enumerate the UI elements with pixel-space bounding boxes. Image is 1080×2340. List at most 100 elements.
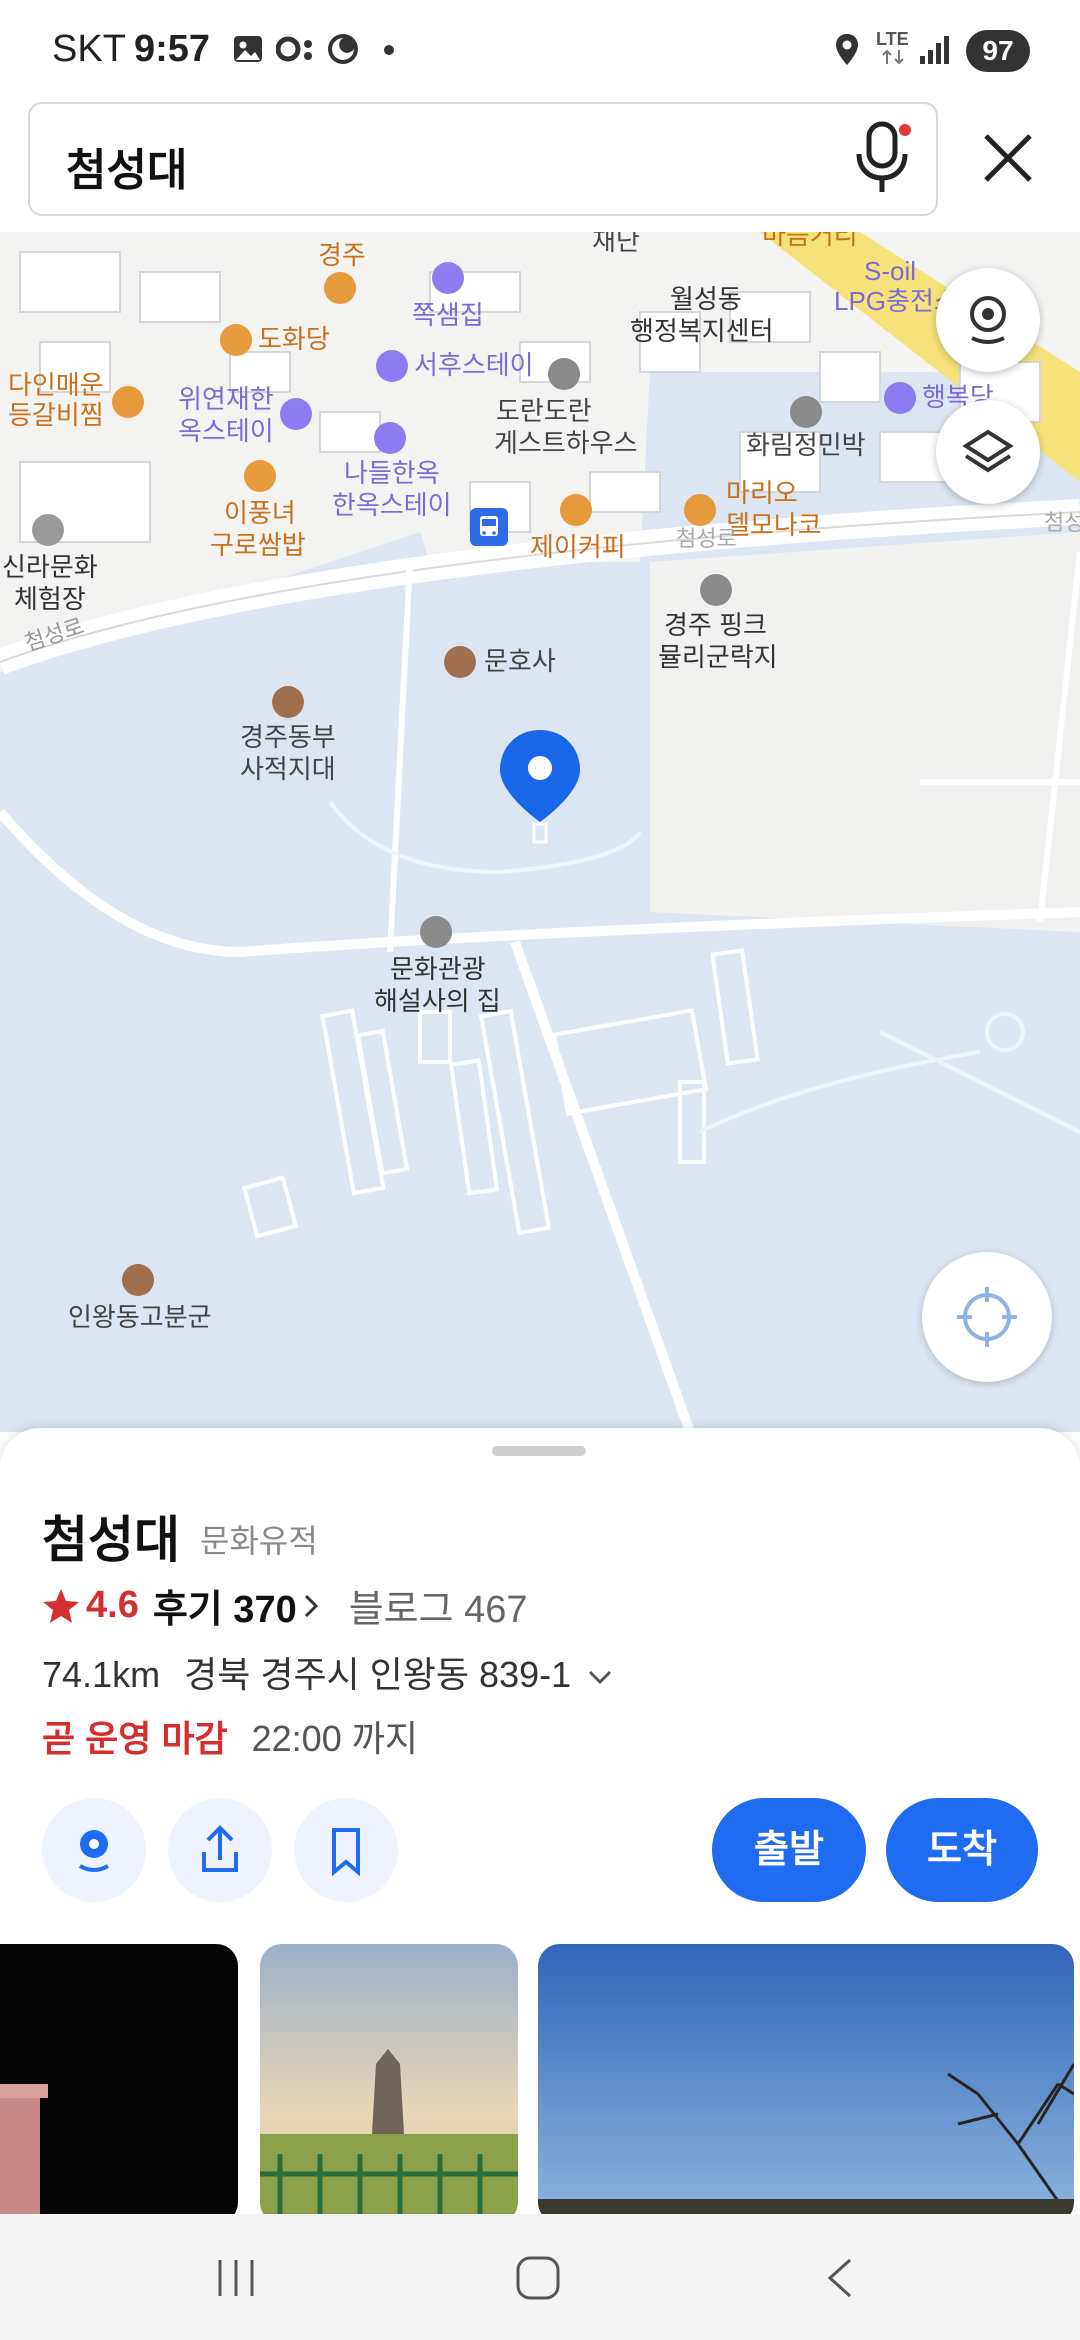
poi-label: 옥스테이 [178,416,274,446]
restaurant-marker[interactable] [112,386,144,418]
lodging-marker[interactable] [432,262,464,294]
place-photo[interactable] [260,1944,518,2214]
poi-label: 위연재한 [178,384,274,414]
dual-circle-icon [275,34,318,64]
street-view-button[interactable] [936,268,1040,372]
poi-label: 경주동부 [240,722,336,752]
close-search-button[interactable] [980,130,1036,186]
blog-reviews-link[interactable]: 블로그 467 [349,1578,528,1633]
notification-dot-icon [384,45,394,55]
facility-marker[interactable] [32,514,64,546]
signal-icon [918,34,952,66]
lodging-marker[interactable] [376,350,408,382]
map-view[interactable]: 경주 도화당 쪽샘집 서후스테이 도란도란 게스트하우스 재단 마음거리 월성동… [0,232,1080,1432]
lodging-marker[interactable] [790,396,822,428]
poi-label: 경주 핑크 [664,610,767,640]
home-icon [516,2256,560,2300]
data-arrows-icon [880,48,906,66]
save-button[interactable] [294,1798,398,1902]
poi-label: 행정복지센터 [630,316,774,346]
street-view-place-button[interactable] [42,1798,146,1902]
hours-row: 곧 운영 마감 22:00 까지 [42,1710,418,1762]
voice-search-button[interactable] [852,118,914,198]
selected-place-pin[interactable] [496,728,584,846]
drag-handle[interactable] [492,1446,586,1456]
poi-label: 쪽샘집 [412,300,484,330]
my-location-button[interactable] [922,1252,1052,1382]
poi-label: 인왕동고분군 [68,1302,212,1332]
place-detail-sheet[interactable]: 첨성대 문화유적 4.6 후기 370 블로그 467 74.1km 경북 경주… [0,1428,1080,2214]
depart-button[interactable]: 출발 [712,1798,866,1902]
bookmark-icon [332,1828,360,1877]
map-pin-icon [500,730,580,844]
poi-label: 화림정민박 [746,430,866,460]
place-photo[interactable] [0,1944,238,2214]
back-button[interactable] [822,2256,858,2300]
network-type-label: LTE [876,29,909,49]
lodging-marker[interactable] [884,382,916,414]
poi-label: 문화관광 [390,954,486,984]
crosshair-icon [957,1287,1017,1347]
restaurant-marker[interactable] [220,324,252,356]
poi-label: 한옥스테이 [332,490,452,520]
microphone-icon [856,121,911,192]
share-button[interactable] [168,1798,272,1902]
poi-label: 구로쌈밥 [210,530,306,560]
poi-label: 도화당 [258,324,330,354]
home-button[interactable] [514,2254,562,2302]
restaurant-marker[interactable] [244,460,276,492]
cafe-marker[interactable] [684,494,716,526]
poi-label: 문호사 [484,646,556,676]
cafe-marker[interactable] [324,272,356,304]
street-view-icon [79,1830,109,1872]
poi-label: 도란도란 [496,396,592,426]
distance: 74.1km [42,1654,161,1695]
heritage-marker[interactable] [122,1264,154,1296]
poi-label: 다인매운 [8,370,104,400]
hours-status: 곧 운영 마감 [42,1718,228,1759]
place-photo[interactable] [538,1944,1074,2214]
address-row[interactable]: 74.1km 경북 경주시 인왕동 839-1 [42,1646,613,1698]
closing-time: 22:00 까지 [251,1718,418,1759]
photo-spot-marker[interactable] [420,916,452,948]
share-icon [202,1825,238,1872]
poi-label: 월성동 [670,284,742,314]
chevron-right-icon [304,1594,318,1617]
poi-label: 나들한옥 [344,458,440,488]
poi-label: S-oil [864,256,917,286]
cafe-marker[interactable] [560,494,592,526]
poi-label: 재단 [592,232,640,256]
poi-label: 제이커피 [530,532,626,562]
heritage-marker[interactable] [272,686,304,718]
poi-label: 체험장 [14,584,86,614]
reviews-link[interactable]: 후기 370 [153,1578,297,1633]
lodging-marker[interactable] [280,398,312,430]
search-bar[interactable]: 첨성대 [28,102,938,216]
location-icon [834,32,860,68]
street-view-icon [970,296,1006,344]
map-layers-button[interactable] [936,400,1040,504]
clock: 9:57 [134,28,211,70]
poi-label: 이풍녀 [224,498,296,528]
lodging-marker[interactable] [548,358,580,390]
bus-stop-icon[interactable] [470,508,508,546]
system-navigation-bar [0,2214,1080,2340]
search-query-text[interactable]: 첨성대 [66,134,187,198]
heritage-marker[interactable] [444,646,476,678]
photo-spot-marker[interactable] [700,574,732,606]
chevron-down-icon [589,1670,612,1685]
back-icon [827,2258,852,2298]
road-label: 첨성 [1044,510,1080,535]
arrive-button[interactable]: 도착 [886,1798,1038,1902]
recent-apps-button[interactable] [214,2256,258,2300]
poi-label: 해설사의 집 [374,986,501,1016]
lodging-marker[interactable] [374,422,406,454]
close-icon [984,134,1032,182]
poi-label: 마리오 [726,478,798,508]
road-label: 첨성로 [676,526,737,551]
poi-label: 사적지대 [240,754,336,784]
poi-label: 신라문화 [2,552,98,582]
poi-label: 등갈비찜 [8,400,104,430]
address: 경북 경주시 인왕동 839-1 [184,1654,572,1695]
place-title: 첨성대 [42,1512,180,1568]
